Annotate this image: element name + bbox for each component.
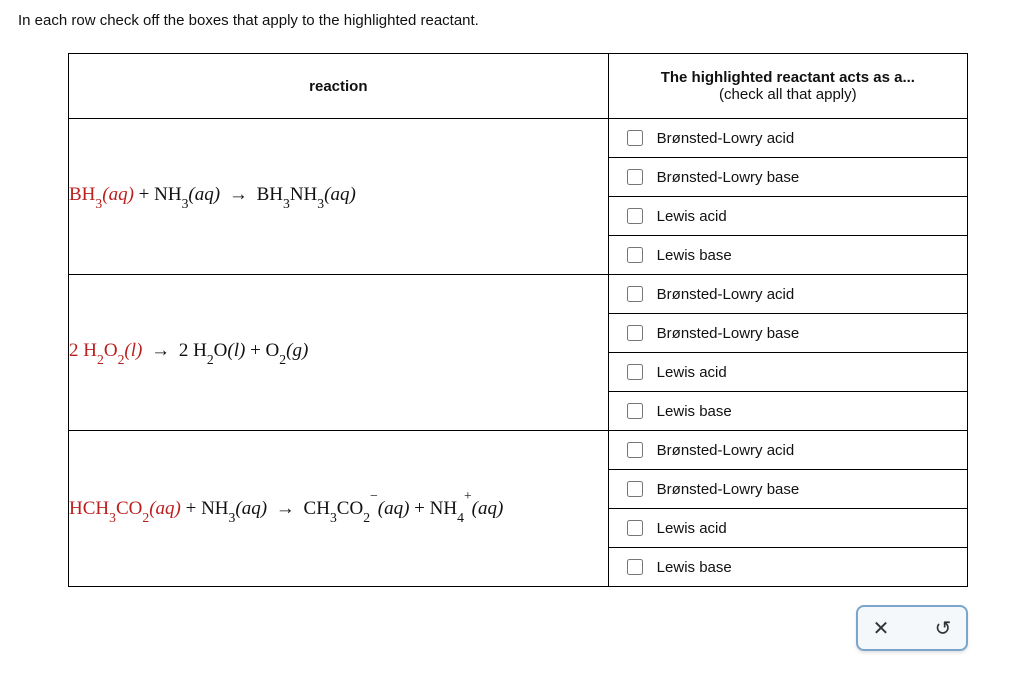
header-acts-line1: The highlighted reactant acts as a... <box>661 69 915 86</box>
option-label: Brønsted-Lowry base <box>657 481 800 498</box>
reset-button[interactable]: ↺ <box>930 615 956 641</box>
reset-icon: ↺ <box>935 616 952 641</box>
options-cell: Brønsted-Lowry acid Brønsted-Lowry base … <box>608 431 967 587</box>
checkbox-bl-base[interactable] <box>627 169 643 185</box>
close-button[interactable]: ✕ <box>868 615 894 641</box>
checkbox-bl-base[interactable] <box>627 481 643 497</box>
reaction-rest: → 2 H2O(l) + O2(g) <box>147 340 308 361</box>
option-label: Brønsted-Lowry acid <box>657 130 795 147</box>
header-acts: The highlighted reactant acts as a... (c… <box>608 54 967 119</box>
checkbox-bl-acid[interactable] <box>627 442 643 458</box>
checkbox-lewis-acid[interactable] <box>627 364 643 380</box>
table-row: BH3(aq) + NH3(aq) → BH3NH3(aq) Brønsted-… <box>69 119 968 275</box>
highlighted-reactant: 2 H2O2(l) <box>69 340 142 361</box>
checkbox-lewis-base[interactable] <box>627 559 643 575</box>
option-label: Lewis base <box>657 247 732 264</box>
highlighted-reactant: HCH3CO2(aq) <box>69 498 181 519</box>
option-label: Lewis base <box>657 559 732 576</box>
instructions-text: In each row check off the boxes that app… <box>18 12 1006 29</box>
checkbox-lewis-acid[interactable] <box>627 520 643 536</box>
checkbox-bl-acid[interactable] <box>627 130 643 146</box>
reaction-rest: + NH3(aq) → CH3CO2−(aq) + NH4+(aq) <box>186 498 504 519</box>
checkbox-lewis-acid[interactable] <box>627 208 643 224</box>
checkbox-bl-base[interactable] <box>627 325 643 341</box>
header-reaction: reaction <box>69 54 609 119</box>
option-label: Lewis acid <box>657 364 727 381</box>
option-label: Lewis acid <box>657 208 727 225</box>
option-label: Brønsted-Lowry base <box>657 325 800 342</box>
action-box: ✕ ↺ <box>856 605 968 651</box>
option-label: Lewis acid <box>657 520 727 537</box>
reaction-rest: + NH3(aq) → BH3NH3(aq) <box>139 184 356 205</box>
option-label: Lewis base <box>657 403 732 420</box>
option-label: Brønsted-Lowry acid <box>657 286 795 303</box>
option-label: Brønsted-Lowry base <box>657 169 800 186</box>
close-icon: ✕ <box>873 616 890 641</box>
checkbox-lewis-base[interactable] <box>627 247 643 263</box>
table-row: HCH3CO2(aq) + NH3(aq) → CH3CO2−(aq) + NH… <box>69 431 968 587</box>
option-label: Brønsted-Lowry acid <box>657 442 795 459</box>
header-acts-line2: (check all that apply) <box>719 86 857 103</box>
checkbox-lewis-base[interactable] <box>627 403 643 419</box>
options-cell: Brønsted-Lowry acid Brønsted-Lowry base … <box>608 119 967 275</box>
reaction-cell: HCH3CO2(aq) + NH3(aq) → CH3CO2−(aq) + NH… <box>69 431 609 587</box>
highlighted-reactant: BH3(aq) <box>69 184 134 205</box>
table-row: 2 H2O2(l) → 2 H2O(l) + O2(g) Brønsted-Lo… <box>69 275 968 431</box>
options-cell: Brønsted-Lowry acid Brønsted-Lowry base … <box>608 275 967 431</box>
reaction-cell: BH3(aq) + NH3(aq) → BH3NH3(aq) <box>69 119 609 275</box>
checkbox-bl-acid[interactable] <box>627 286 643 302</box>
reaction-cell: 2 H2O2(l) → 2 H2O(l) + O2(g) <box>69 275 609 431</box>
action-bar: ✕ ↺ <box>68 605 968 651</box>
reaction-table: reaction The highlighted reactant acts a… <box>68 53 968 587</box>
